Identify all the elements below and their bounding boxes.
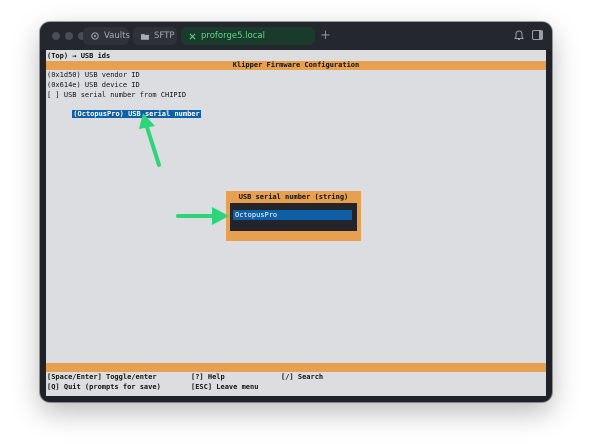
help-quit: [Q] Quit (prompts for save): [47, 383, 161, 391]
breadcrumb: (Top) → USB ids: [47, 52, 111, 60]
tab-sftp-label: SFTP: [154, 31, 175, 41]
minimize-window-button[interactable]: [65, 32, 73, 40]
close-icon[interactable]: [189, 33, 196, 40]
menu-item-serial-number[interactable]: (OctopusPro) USB serial number: [47, 101, 201, 118]
terminal-window: Vaults SFTP proforge5.local + (Top) → US…: [40, 22, 552, 402]
help-help: [?] Help: [191, 373, 225, 381]
tab-sftp[interactable]: SFTP: [133, 27, 177, 45]
dialog-title: USB serial number (string): [238, 193, 349, 201]
serial-number-input[interactable]: OctopusPro: [233, 210, 352, 220]
help-toggle-enter: [Space/Enter] Toggle/enter: [47, 373, 157, 381]
vault-icon: [91, 32, 99, 40]
annotation-arrow-up-icon: [139, 113, 161, 167]
menu-item-serial-from-chipid[interactable]: [ ] USB serial number from CHIPID: [47, 91, 186, 100]
tab-proforge5-label: proforge5.local: [201, 31, 265, 41]
help-leave-menu: [ESC] Leave menu: [191, 383, 259, 391]
tab-vaults-label: Vaults: [104, 31, 130, 41]
string-input-dialog: USB serial number (string) OctopusPro: [226, 191, 361, 241]
close-window-button[interactable]: [52, 32, 60, 40]
footer-bar: [46, 363, 546, 372]
menu-item-vendor-id[interactable]: (0x1d50) USB vendor ID: [47, 71, 140, 80]
tab-proforge5[interactable]: proforge5.local: [181, 27, 315, 45]
new-tab-icon[interactable]: +: [320, 27, 331, 45]
bell-icon[interactable]: [514, 30, 524, 41]
folder-icon: [141, 33, 149, 40]
dialog-body: OctopusPro: [230, 203, 357, 231]
menu-item-device-id[interactable]: (0x614e) USB device ID: [47, 81, 140, 90]
terminal-screen[interactable]: (Top) → USB ids Klipper Firmware Configu…: [46, 50, 546, 396]
annotation-arrow-right-icon: [176, 207, 229, 225]
config-header: Klipper Firmware Configuration: [46, 61, 546, 70]
help-search: [/] Search: [281, 373, 324, 381]
sidebar-toggle-icon[interactable]: [532, 30, 543, 40]
title-bar: Vaults SFTP proforge5.local +: [40, 22, 552, 50]
tab-vaults[interactable]: Vaults: [83, 27, 130, 45]
